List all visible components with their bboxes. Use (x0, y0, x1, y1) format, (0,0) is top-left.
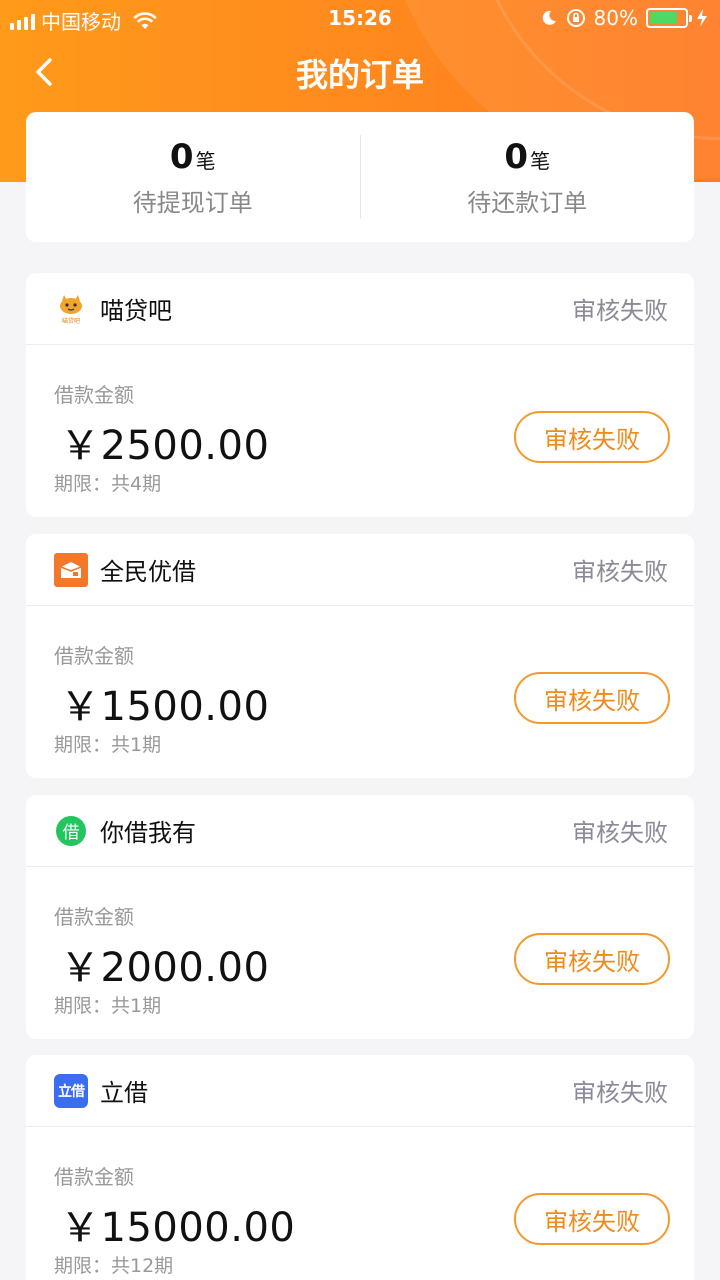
status-button[interactable]: 审核失败 (514, 933, 670, 985)
order-card-header: 立借 立借 审核失败 (26, 1055, 694, 1127)
term-text: 期限：共4期 (54, 473, 162, 495)
pending-withdraw-count: 0 (169, 136, 194, 177)
order-status: 审核失败 (572, 819, 668, 847)
order-card-header: 喵贷吧 喵贷吧 审核失败 (26, 273, 694, 345)
order-card-header: 借 你借我有 审核失败 (26, 795, 694, 867)
jie-green-logo-icon: 借 (54, 814, 88, 848)
page-title: 我的订单 (295, 56, 424, 94)
order-card[interactable]: 立借 立借 审核失败 借款金额 ￥15000.00 期限：共12期 审核失败 (26, 1055, 694, 1280)
order-card-body: 借款金额 ￥2500.00 期限：共4期 审核失败 (26, 345, 694, 517)
pending-repay-summary[interactable]: 0笔 待还款订单 (361, 137, 695, 218)
amount-value: ￥15000.00 (60, 1205, 296, 1251)
order-card-body: 借款金额 ￥15000.00 期限：共12期 审核失败 (26, 1127, 694, 1280)
battery-icon (646, 8, 692, 28)
status-button[interactable]: 审核失败 (514, 411, 670, 463)
order-card[interactable]: 借 你借我有 审核失败 借款金额 ￥2000.00 期限：共1期 审核失败 (26, 795, 694, 1039)
rotation-lock-icon (566, 9, 585, 27)
term-text: 期限：共1期 (54, 995, 162, 1017)
lender-name: 你借我有 (100, 819, 196, 847)
order-status: 审核失败 (572, 297, 668, 325)
order-card[interactable]: 喵贷吧 喵贷吧 审核失败 借款金额 ￥2500.00 期限：共4期 审核失败 (26, 273, 694, 517)
order-card-header: 全民优借 审核失败 (26, 534, 694, 606)
amount-label: 借款金额 (54, 905, 134, 929)
amount-label: 借款金额 (54, 644, 134, 668)
order-status: 审核失败 (572, 558, 668, 586)
charging-icon (697, 9, 707, 27)
pending-withdraw-summary[interactable]: 0笔 待提现订单 (26, 137, 360, 218)
battery-percent: 80% (593, 6, 638, 30)
lijie-logo-text: 立借 (58, 1083, 85, 1100)
status-bar: 中国移动 15:26 80% (0, 0, 720, 36)
pending-withdraw-label: 待提现订单 (132, 188, 253, 217)
order-summary: 0笔 待提现订单 0笔 待还款订单 (26, 112, 694, 242)
order-card[interactable]: 全民优借 审核失败 借款金额 ￥1500.00 期限：共1期 审核失败 (26, 534, 694, 778)
svg-text:喵贷吧: 喵贷吧 (62, 317, 80, 325)
count-unit: 笔 (195, 148, 216, 173)
moon-icon (542, 10, 556, 25)
order-card-body: 借款金额 ￥1500.00 期限：共1期 审核失败 (26, 606, 694, 778)
cat-logo-icon: 喵贷吧 (54, 292, 88, 326)
amount-value: ￥2500.00 (60, 423, 270, 469)
nav-bar: 我的订单 (0, 36, 720, 108)
lijie-blue-logo-icon: 立借 (54, 1073, 88, 1108)
term-text: 期限：共12期 (54, 1255, 174, 1277)
order-status: 审核失败 (572, 1079, 668, 1107)
lender-name: 喵贷吧 (100, 297, 172, 325)
box-logo-icon (54, 552, 88, 587)
amount-value: ￥2000.00 (60, 945, 270, 991)
amount-label: 借款金额 (54, 383, 134, 407)
pending-repay-count: 0 (504, 136, 529, 177)
lender-name: 全民优借 (100, 558, 196, 586)
order-card-body: 借款金额 ￥2000.00 期限：共1期 审核失败 (26, 867, 694, 1039)
amount-label: 借款金额 (54, 1165, 134, 1189)
status-button[interactable]: 审核失败 (514, 672, 670, 724)
term-text: 期限：共1期 (54, 734, 162, 756)
amount-value: ￥1500.00 (60, 684, 270, 730)
jie-logo-text: 借 (56, 815, 86, 846)
count-unit: 笔 (530, 148, 551, 173)
lender-name: 立借 (100, 1079, 148, 1107)
status-button[interactable]: 审核失败 (514, 1193, 670, 1245)
pending-repay-label: 待还款订单 (467, 188, 588, 217)
